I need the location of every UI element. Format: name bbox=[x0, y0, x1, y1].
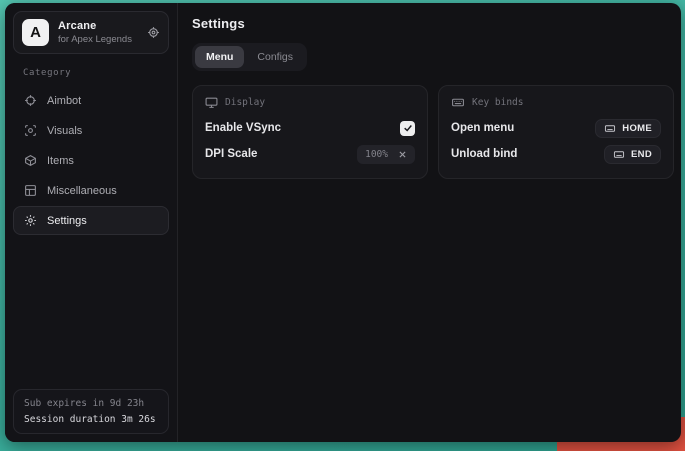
dpi-scale-value: 100% bbox=[365, 149, 388, 160]
crosshair-icon[interactable] bbox=[147, 26, 160, 39]
settings-cards: Display Enable VSync DPI Scale 100% bbox=[192, 85, 674, 179]
dpi-scale-input[interactable]: 100% bbox=[357, 145, 415, 164]
sidebar-item-label: Items bbox=[47, 155, 74, 167]
tab-configs[interactable]: Configs bbox=[246, 46, 304, 68]
tab-menu[interactable]: Menu bbox=[195, 46, 244, 68]
sidebar-item-visuals[interactable]: Visuals bbox=[13, 116, 169, 145]
keyboard-icon bbox=[613, 149, 625, 160]
page-title: Settings bbox=[192, 16, 674, 31]
sidebar-item-items[interactable]: Items bbox=[13, 146, 169, 175]
display-card: Display Enable VSync DPI Scale 100% bbox=[192, 85, 428, 179]
package-icon bbox=[24, 154, 37, 167]
keybinds-card: Key binds Open menu HOME bbox=[438, 85, 674, 179]
unload-bind-label: Unload bind bbox=[451, 148, 517, 160]
category-label: Category bbox=[23, 68, 169, 78]
keybinds-card-title: Key binds bbox=[472, 97, 523, 108]
open-menu-row: Open menu HOME bbox=[451, 115, 661, 141]
keybinds-card-header: Key binds bbox=[451, 96, 661, 109]
open-menu-bind-button[interactable]: HOME bbox=[595, 119, 661, 138]
sidebar-item-label: Visuals bbox=[47, 125, 82, 137]
grid-icon bbox=[24, 184, 37, 197]
sidebar-item-label: Settings bbox=[47, 215, 87, 227]
sidebar: A Arcane for Apex Legends Category bbox=[5, 3, 178, 442]
sidebar-item-label: Miscellaneous bbox=[47, 185, 117, 197]
unload-bind-key: END bbox=[631, 149, 652, 160]
brand-subtitle: for Apex Legends bbox=[58, 34, 132, 45]
main-content: Settings Menu Configs Display bbox=[178, 3, 681, 442]
sidebar-item-miscellaneous[interactable]: Miscellaneous bbox=[13, 176, 169, 205]
monitor-icon bbox=[205, 96, 218, 109]
sub-expires-text: Sub expires in 9d 23h bbox=[24, 398, 158, 409]
check-icon bbox=[403, 123, 413, 133]
brand-title: Arcane bbox=[58, 20, 132, 32]
vsync-row: Enable VSync bbox=[205, 115, 415, 141]
crosshair-icon bbox=[24, 94, 37, 107]
brand-text: Arcane for Apex Legends bbox=[58, 20, 132, 45]
unload-bind-button[interactable]: END bbox=[604, 145, 661, 164]
open-menu-key: HOME bbox=[622, 123, 652, 134]
keyboard-icon bbox=[604, 123, 616, 134]
gear-icon bbox=[24, 214, 37, 227]
session-duration-text: Session duration 3m 26s bbox=[24, 414, 158, 425]
unload-bind-row: Unload bind END bbox=[451, 141, 661, 167]
subscription-status-card: Sub expires in 9d 23h Session duration 3… bbox=[13, 389, 169, 434]
brand-card: A Arcane for Apex Legends bbox=[13, 11, 169, 54]
vsync-checkbox[interactable] bbox=[400, 121, 415, 136]
tab-bar: Menu Configs bbox=[192, 43, 307, 71]
dpi-row: DPI Scale 100% bbox=[205, 141, 415, 167]
scan-eye-icon bbox=[24, 124, 37, 137]
app-logo: A bbox=[22, 19, 49, 46]
sidebar-item-label: Aimbot bbox=[47, 95, 81, 107]
display-card-header: Display bbox=[205, 96, 415, 109]
sidebar-item-aimbot[interactable]: Aimbot bbox=[13, 86, 169, 115]
sidebar-item-settings[interactable]: Settings bbox=[13, 206, 169, 235]
app-window: A Arcane for Apex Legends Category bbox=[5, 3, 681, 442]
vsync-label: Enable VSync bbox=[205, 122, 281, 134]
clear-icon[interactable] bbox=[398, 150, 407, 159]
keyboard-icon bbox=[451, 96, 465, 109]
open-menu-label: Open menu bbox=[451, 122, 514, 134]
dpi-label: DPI Scale bbox=[205, 148, 257, 160]
display-card-title: Display bbox=[225, 97, 265, 108]
